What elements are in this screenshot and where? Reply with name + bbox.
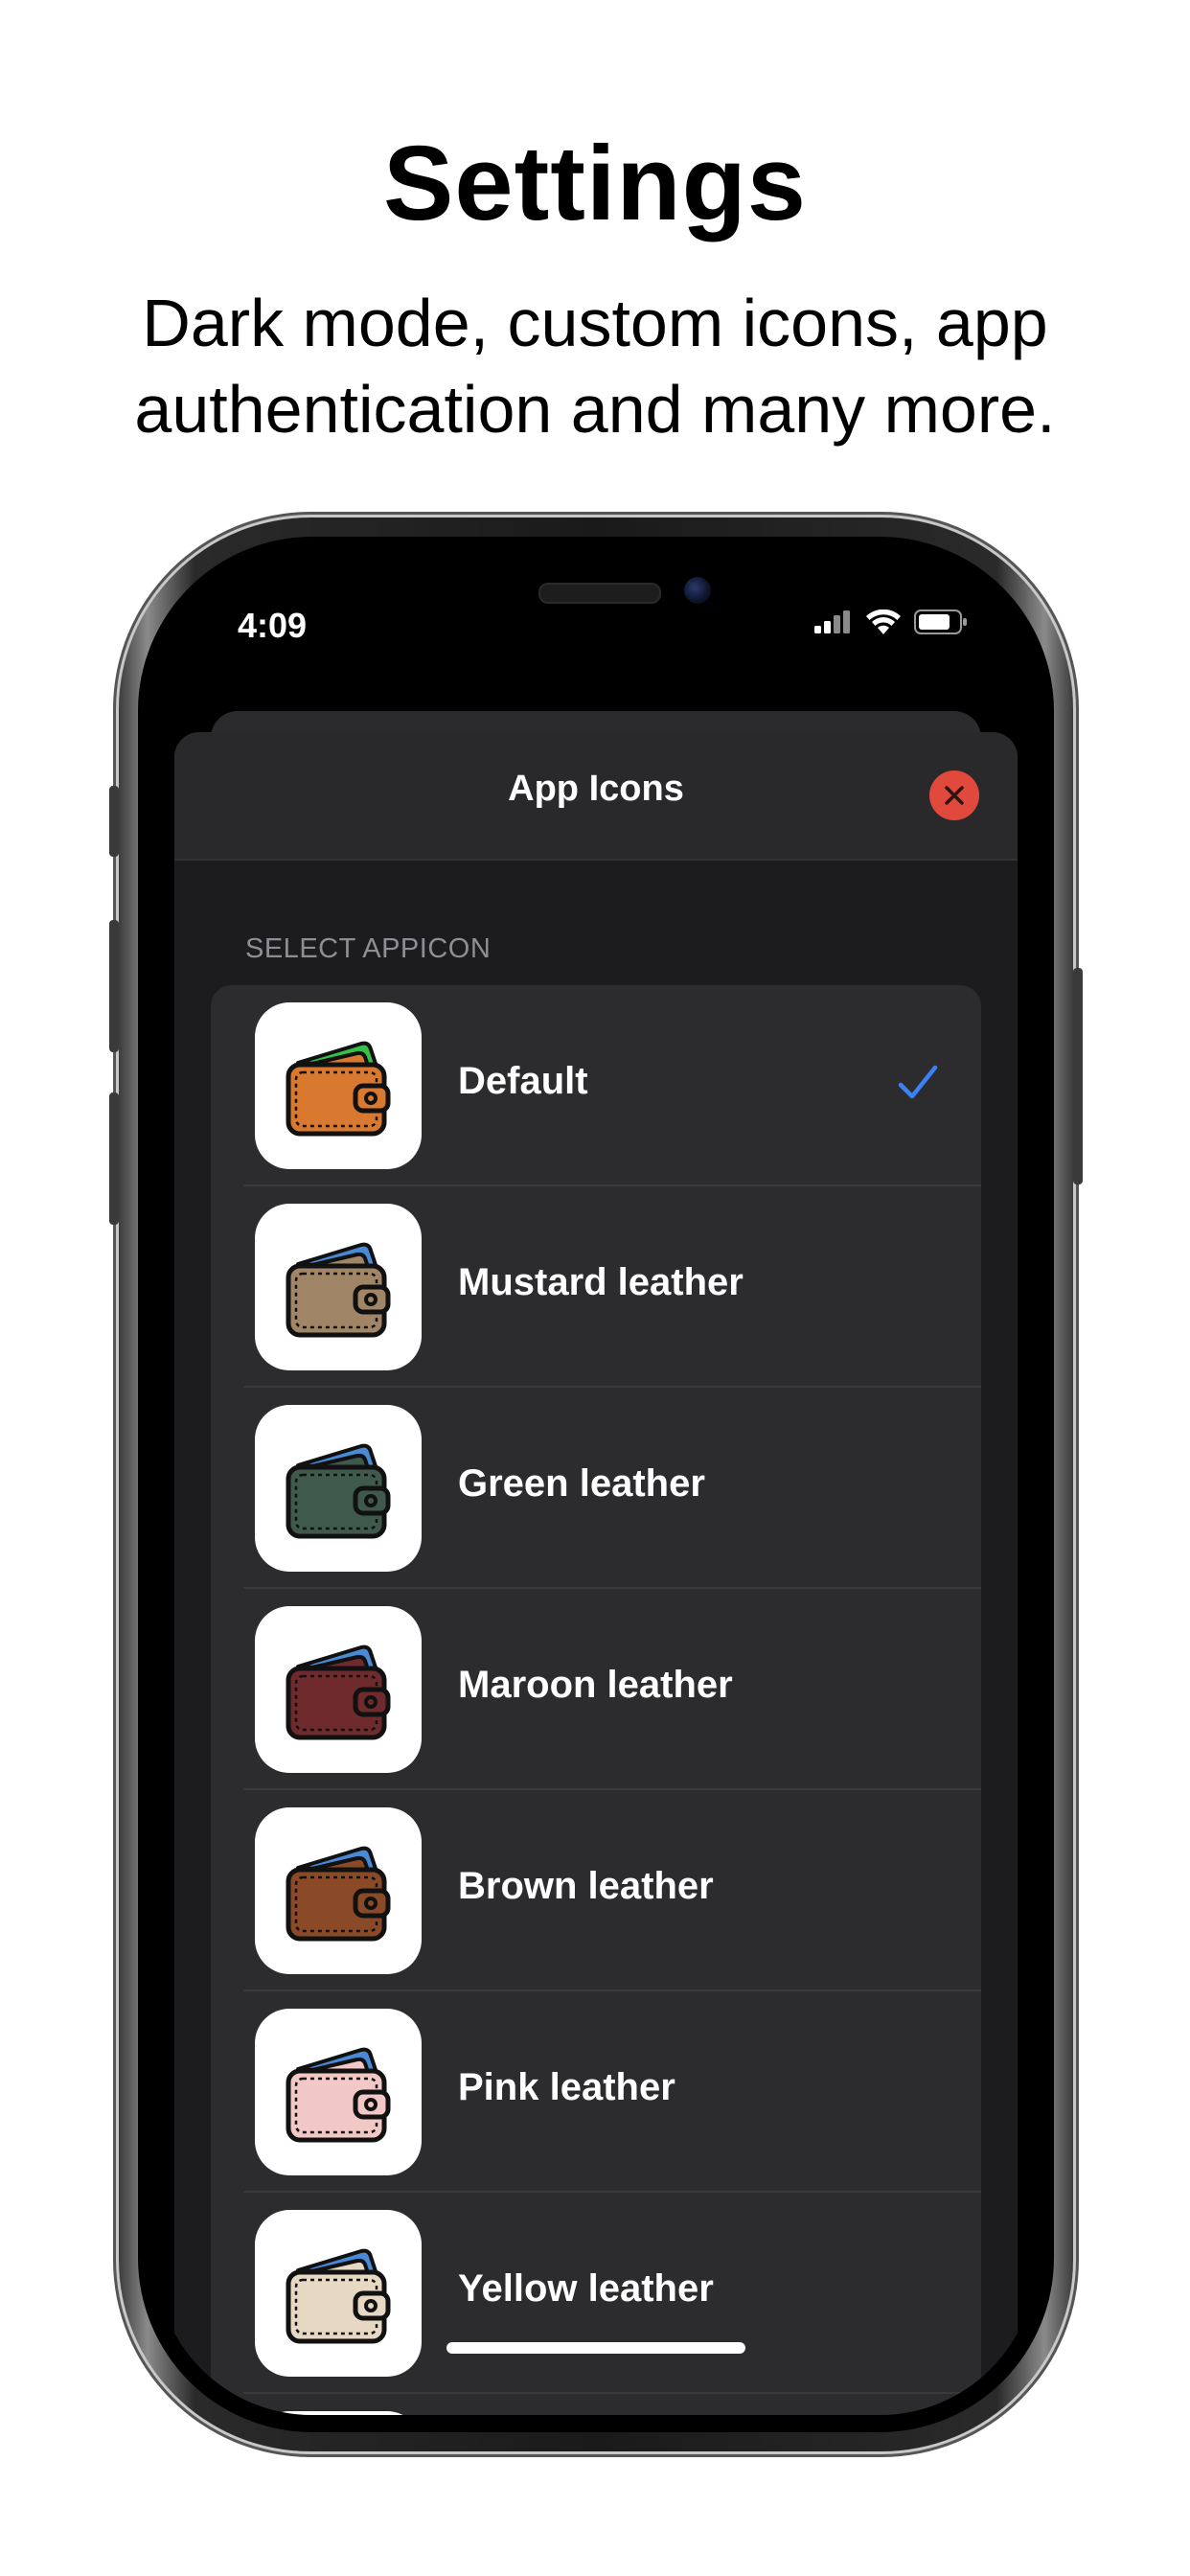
app-icon-label: Mustard leather <box>458 1261 744 1303</box>
app-icon-label: Maroon leather <box>458 1664 733 1706</box>
cellular-signal-icon <box>814 610 850 633</box>
app-icon-row[interactable]: Mustard leather <box>211 1186 981 1388</box>
app-icon-preview <box>255 1807 422 1974</box>
app-icon-list: Default Mustard leather Green leather Maroo… <box>211 985 981 2415</box>
app-icon-preview <box>255 1606 422 1773</box>
volume-down-button <box>109 1092 119 1225</box>
app-icon-row[interactable]: Default <box>211 985 981 1186</box>
power-button <box>1073 968 1083 1184</box>
front-camera-icon <box>684 577 711 604</box>
app-icon-label: Yellow leather <box>458 2267 714 2310</box>
status-time: 4:09 <box>238 606 308 645</box>
mute-switch <box>109 786 119 857</box>
checkmark-icon <box>897 1062 939 1109</box>
app-icon-preview <box>255 2210 422 2377</box>
headline: Settings <box>383 125 807 242</box>
volume-up-button <box>109 920 119 1052</box>
notch <box>395 554 797 617</box>
status-icons <box>814 610 968 634</box>
app-icon-label: Pink leather <box>458 2066 675 2108</box>
home-indicator[interactable] <box>446 2342 745 2354</box>
navigation-bar: App Icons <box>174 732 1018 861</box>
wallet-icon <box>286 1443 391 1539</box>
app-icon-row[interactable] <box>211 2394 981 2415</box>
subhead: Dark mode, custom icons, app authenticat… <box>134 286 1056 447</box>
close-button[interactable] <box>929 770 979 820</box>
sheet-title: App Icons <box>508 769 684 809</box>
phone-frame: 4:09 App Icons SELECT APPICON Default Mu… <box>109 518 1083 2451</box>
app-icon-preview <box>255 2411 422 2415</box>
app-icon-preview <box>255 1002 422 1169</box>
app-icon-label: Green leather <box>458 1462 705 1505</box>
close-icon <box>945 786 964 805</box>
app-icon-row[interactable]: Brown leather <box>211 1790 981 1991</box>
wifi-icon <box>866 610 901 634</box>
app-icons-sheet: App Icons SELECT APPICON Default Mustard … <box>174 732 1018 2415</box>
app-icon-label: Brown leather <box>458 1865 714 1907</box>
wallet-icon <box>286 1644 391 1740</box>
app-icon-preview <box>255 1405 422 1572</box>
wallet-icon <box>286 2047 391 2143</box>
wallet-icon <box>286 2248 391 2344</box>
phone-screen: 4:09 App Icons SELECT APPICON Default Mu… <box>155 554 1037 2415</box>
app-icon-row[interactable]: Pink leather <box>211 1991 981 2193</box>
app-icon-preview <box>255 1204 422 1370</box>
battery-icon <box>914 610 967 634</box>
speaker-grille <box>538 583 661 604</box>
app-icon-row[interactable]: Maroon leather <box>211 1589 981 1790</box>
wallet-icon <box>286 1846 391 1942</box>
wallet-icon <box>286 1041 391 1137</box>
app-icon-row[interactable]: Yellow leather <box>211 2193 981 2394</box>
app-icon-label: Default <box>458 1060 588 1102</box>
app-icon-preview <box>255 2009 422 2175</box>
wallet-icon <box>286 1242 391 1338</box>
section-header: SELECT APPICON <box>245 933 492 964</box>
app-icon-row[interactable]: Green leather <box>211 1388 981 1589</box>
